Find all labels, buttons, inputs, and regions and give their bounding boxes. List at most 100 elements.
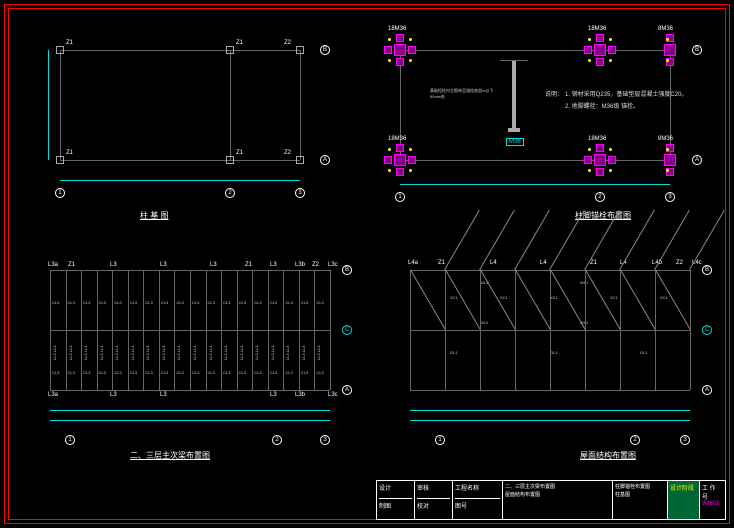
col-label: Z2 xyxy=(284,150,291,156)
sec-beam-label: CL3 xyxy=(145,300,152,305)
tb-drawing-no-label: 图号 xyxy=(455,498,500,510)
sec-beam-label: CL3 xyxy=(114,300,121,305)
grid-bubble: 3 xyxy=(665,192,675,202)
secondary-beam xyxy=(143,270,144,390)
note-1: 1. 钢材采用Q235，基础垫层混凝土强度C20。 xyxy=(565,90,687,100)
roof-bay-line xyxy=(620,270,621,390)
panel-title: 二、三层主次梁布置图 xyxy=(130,450,210,461)
secondary-beam xyxy=(66,270,67,390)
beam-label: L4 xyxy=(490,260,497,266)
sec-beam-label: LL3 LL3 xyxy=(254,346,259,360)
anchor-bolt-cluster xyxy=(586,146,614,174)
secondary-beam xyxy=(330,270,331,390)
secondary-beam xyxy=(97,270,98,390)
roof-bay-line xyxy=(585,270,586,390)
secondary-beam xyxy=(206,270,207,390)
beam-label: L3a xyxy=(48,392,58,398)
sec-beam-label: LL3 LL3 xyxy=(270,346,275,360)
sec-beam-label: CL3 xyxy=(161,300,168,305)
secondary-beam xyxy=(128,270,129,390)
anchor-bolt-cluster xyxy=(586,36,614,64)
sec-beam-label: CL3 xyxy=(130,370,137,375)
sec-beam-label: CL3 xyxy=(161,370,168,375)
sec-beam-label: LL3 LL3 xyxy=(83,346,88,360)
anchor-bolt-cluster xyxy=(386,36,414,64)
tie-label: GL1 xyxy=(450,350,458,355)
roof-bay-line xyxy=(655,270,656,390)
tb-stage: 设计阶段 xyxy=(670,483,697,492)
brace-label: XC1 xyxy=(450,295,458,300)
bolt-count: 8M36 xyxy=(658,136,673,142)
sec-beam-label: CL3 xyxy=(83,300,90,305)
sec-beam-label: LL3 LL3 xyxy=(301,346,306,360)
beam-label: L3 xyxy=(270,262,277,268)
grid-bubble: B xyxy=(342,265,352,275)
beam-label: L4 xyxy=(540,260,547,266)
sec-beam-label: LL3 LL3 xyxy=(285,346,290,360)
bolt-count: 18M36 xyxy=(588,26,606,32)
titleblock: 设计 制图 审核 校对 工程名称 图号 二、三层主次梁布置图 屋面结构布置图 柱… xyxy=(376,480,726,520)
beam-label: L3b xyxy=(295,262,305,268)
sec-beam-label: LL3 LL3 xyxy=(176,346,181,360)
beam-label: L3a xyxy=(48,262,58,268)
grid-bubble: 2 xyxy=(272,435,282,445)
grid-bubble: A xyxy=(342,385,352,395)
sec-beam-label: CL3 xyxy=(99,300,106,305)
roof-bay-line xyxy=(445,270,446,390)
anchor-bolt-cluster xyxy=(656,146,684,174)
sec-beam-label: CL3 xyxy=(176,370,183,375)
grid-bubble: 1 xyxy=(65,435,75,445)
secondary-beam xyxy=(283,270,284,390)
secondary-beam xyxy=(221,270,222,390)
panel-title: 柱 基 图 xyxy=(140,210,168,221)
tb-drawing-name-4: 柱基图 xyxy=(615,491,665,499)
col-label: Z2 xyxy=(284,40,291,46)
sec-beam-label: LL3 LL3 xyxy=(161,346,166,360)
tb-check-label: 校对 xyxy=(417,498,450,510)
beam-label: L3 xyxy=(110,392,117,398)
sec-beam-label: LL3 LL3 xyxy=(114,346,119,360)
col-label: Z1 xyxy=(236,150,243,156)
roof-brace xyxy=(410,269,446,329)
sec-beam-label: CL3 xyxy=(68,370,75,375)
sec-beam-label: LL3 LL3 xyxy=(316,346,321,360)
panel-anchor-bolt-plan: 18M36 18M36 8M36 18M36 18M36 8M36 M36 基础… xyxy=(370,20,710,220)
sec-beam-label: CL3 xyxy=(254,300,261,305)
grid-bubble: 2 xyxy=(225,188,235,198)
tb-design-label: 设计 xyxy=(379,483,412,492)
sec-beam-label: CL3 xyxy=(114,370,121,375)
grid-bubble: A xyxy=(320,155,330,165)
beam-label: L3 xyxy=(210,262,217,268)
tb-drawing-name-3: 屋面结构布置图 xyxy=(505,491,610,499)
sec-beam-label: CL3 xyxy=(239,370,246,375)
sec-beam-label: LL3 LL3 xyxy=(130,346,135,360)
beam-label: L3 xyxy=(160,392,167,398)
sec-beam-label: CL3 xyxy=(316,300,323,305)
beam-label: Z1 xyxy=(245,262,252,268)
anchor-tag: M36 xyxy=(506,138,524,146)
col-label: Z1 xyxy=(66,150,73,156)
panel-foundation-plan: Z1 Z1 Z2 Z1 Z1 Z2 1 2 3 A B 柱 基 图 xyxy=(20,20,340,220)
sec-beam-label: LL3 LL3 xyxy=(145,346,150,360)
tie-label: GL1 xyxy=(550,350,558,355)
sec-beam-label: CL3 xyxy=(83,370,90,375)
tie-label: GL1 xyxy=(640,350,648,355)
sec-beam-label: CL3 xyxy=(316,370,323,375)
panel-title: 屋面结构布置图 xyxy=(580,450,636,461)
sec-beam-label: CL3 xyxy=(223,300,230,305)
sec-beam-label: LL3 LL3 xyxy=(68,346,73,360)
sec-beam-label: CL3 xyxy=(270,370,277,375)
grid-bubble: 2 xyxy=(630,435,640,445)
anchor-bolt-cluster xyxy=(386,146,414,174)
beam-label: L3c xyxy=(328,392,338,398)
notes-header: 说明： xyxy=(545,90,563,100)
sec-beam-label: LL3 LL3 xyxy=(192,346,197,360)
sec-beam-label: CL3 xyxy=(176,300,183,305)
sec-beam-label: CL3 xyxy=(52,300,59,305)
sec-beam-label: CL3 xyxy=(254,370,261,375)
sec-beam-label: CL3 xyxy=(223,370,230,375)
note-2: 2. 地脚螺栓：M36级 锚栓。 xyxy=(565,102,639,112)
bolt-count: 8M36 xyxy=(658,26,673,32)
secondary-beam xyxy=(299,270,300,390)
brace-label: XC1 xyxy=(500,295,508,300)
